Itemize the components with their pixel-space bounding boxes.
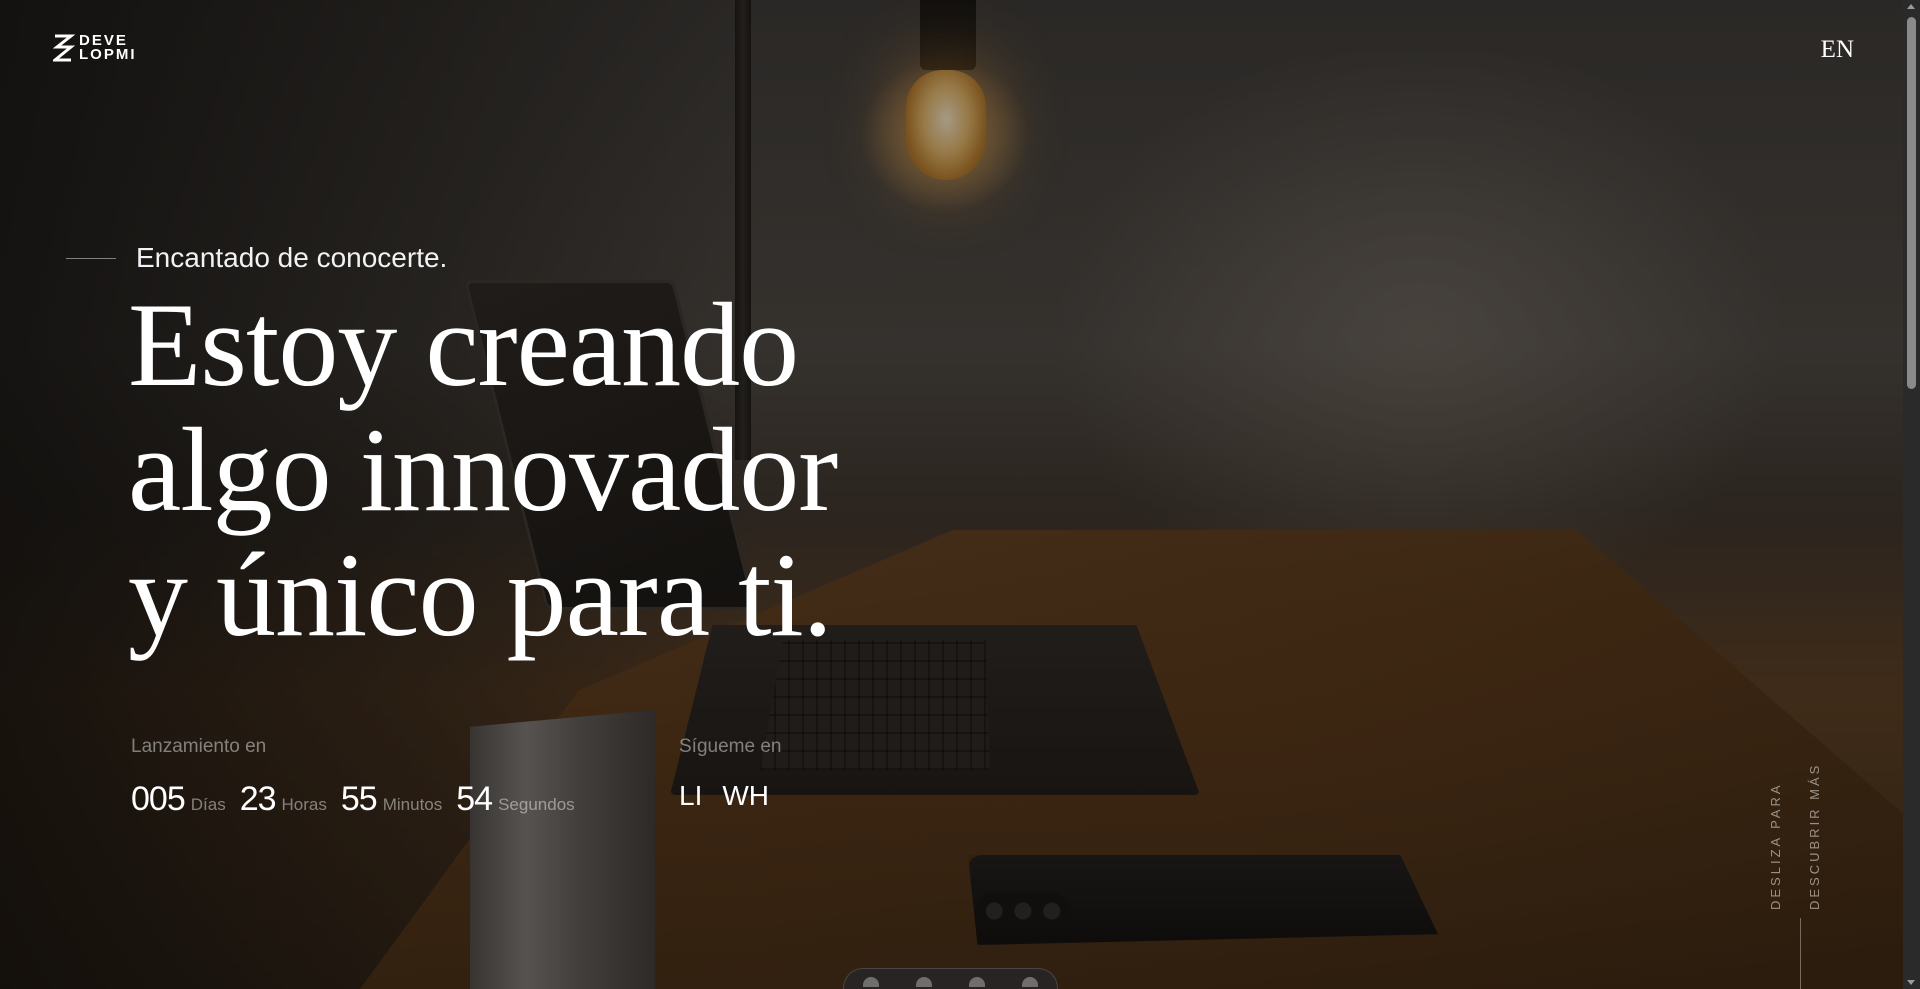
zigzag-logo-icon xyxy=(53,33,75,63)
hours-label: Horas xyxy=(281,795,327,814)
dock-app-icon[interactable] xyxy=(1022,977,1039,987)
headline-line-1: Estoy creando xyxy=(128,278,799,411)
scroll-down-arrow-icon[interactable] xyxy=(1907,980,1915,985)
scroll-hint-line-1: DESLIZA PARA xyxy=(1768,782,1783,910)
page-title: Estoy creando algo innovador y único par… xyxy=(128,278,838,661)
scroll-indicator-line xyxy=(1800,918,1801,989)
intro-divider xyxy=(66,257,116,259)
dock-app-icon[interactable] xyxy=(862,977,879,987)
scroll-hint-line-2: DESCUBRIR MÁS xyxy=(1807,762,1822,910)
social-links: LI WH xyxy=(679,780,781,812)
minutes-value: 55 xyxy=(340,780,378,818)
scrollbar-thumb[interactable] xyxy=(1907,17,1916,389)
days-label: Días xyxy=(190,795,226,814)
countdown-values: 005 Días 23 Horas 55 Minutos 54 Segundos xyxy=(131,780,579,819)
intro-text: Encantado de conocerte. xyxy=(136,242,448,273)
dock xyxy=(843,968,1058,989)
scroll-hint[interactable]: DESLIZA PARA DESCUBRIR MÁS xyxy=(1768,740,1822,910)
headline-line-2: algo innovador xyxy=(128,403,838,536)
scrollbar[interactable] xyxy=(1903,0,1920,989)
dock-app-icon[interactable] xyxy=(969,977,986,987)
brand-logo[interactable]: DEVE LOPMI xyxy=(53,33,137,63)
countdown-days: 005 Días xyxy=(131,780,226,819)
logo-text: DEVE LOPMI xyxy=(79,33,137,63)
countdown-hours: 23 Horas xyxy=(240,780,327,819)
launch-countdown: Lanzamiento en 005 Días 23 Horas 55 Minu… xyxy=(131,736,579,819)
logo-line-2: LOPMI xyxy=(79,46,137,63)
social-link-linkedin[interactable]: LI xyxy=(679,780,702,812)
dock-app-icon[interactable] xyxy=(915,977,932,987)
launch-label: Lanzamiento en xyxy=(131,736,267,757)
seconds-label: Segundos xyxy=(498,795,575,814)
days-value: 005 xyxy=(131,780,186,818)
countdown-seconds: 54 Segundos xyxy=(456,780,574,819)
minutes-label: Minutos xyxy=(382,795,443,814)
countdown-minutes: 55 Minutos xyxy=(341,780,442,819)
hero-section: DEVE LOPMI EN Encantado de conocerte. Es… xyxy=(0,0,1920,989)
social-section: Sígueme en LI WH xyxy=(679,736,781,812)
hours-value: 23 xyxy=(239,780,277,818)
headline-line-3: y único para ti. xyxy=(128,528,833,661)
social-link-whatsapp[interactable]: WH xyxy=(722,780,769,812)
language-switch[interactable]: EN xyxy=(1821,36,1854,64)
seconds-value: 54 xyxy=(456,780,493,818)
social-label: Sígueme en xyxy=(679,736,782,757)
intro-row: Encantado de conocerte. xyxy=(66,242,447,274)
scroll-up-arrow-icon[interactable] xyxy=(1907,4,1915,9)
